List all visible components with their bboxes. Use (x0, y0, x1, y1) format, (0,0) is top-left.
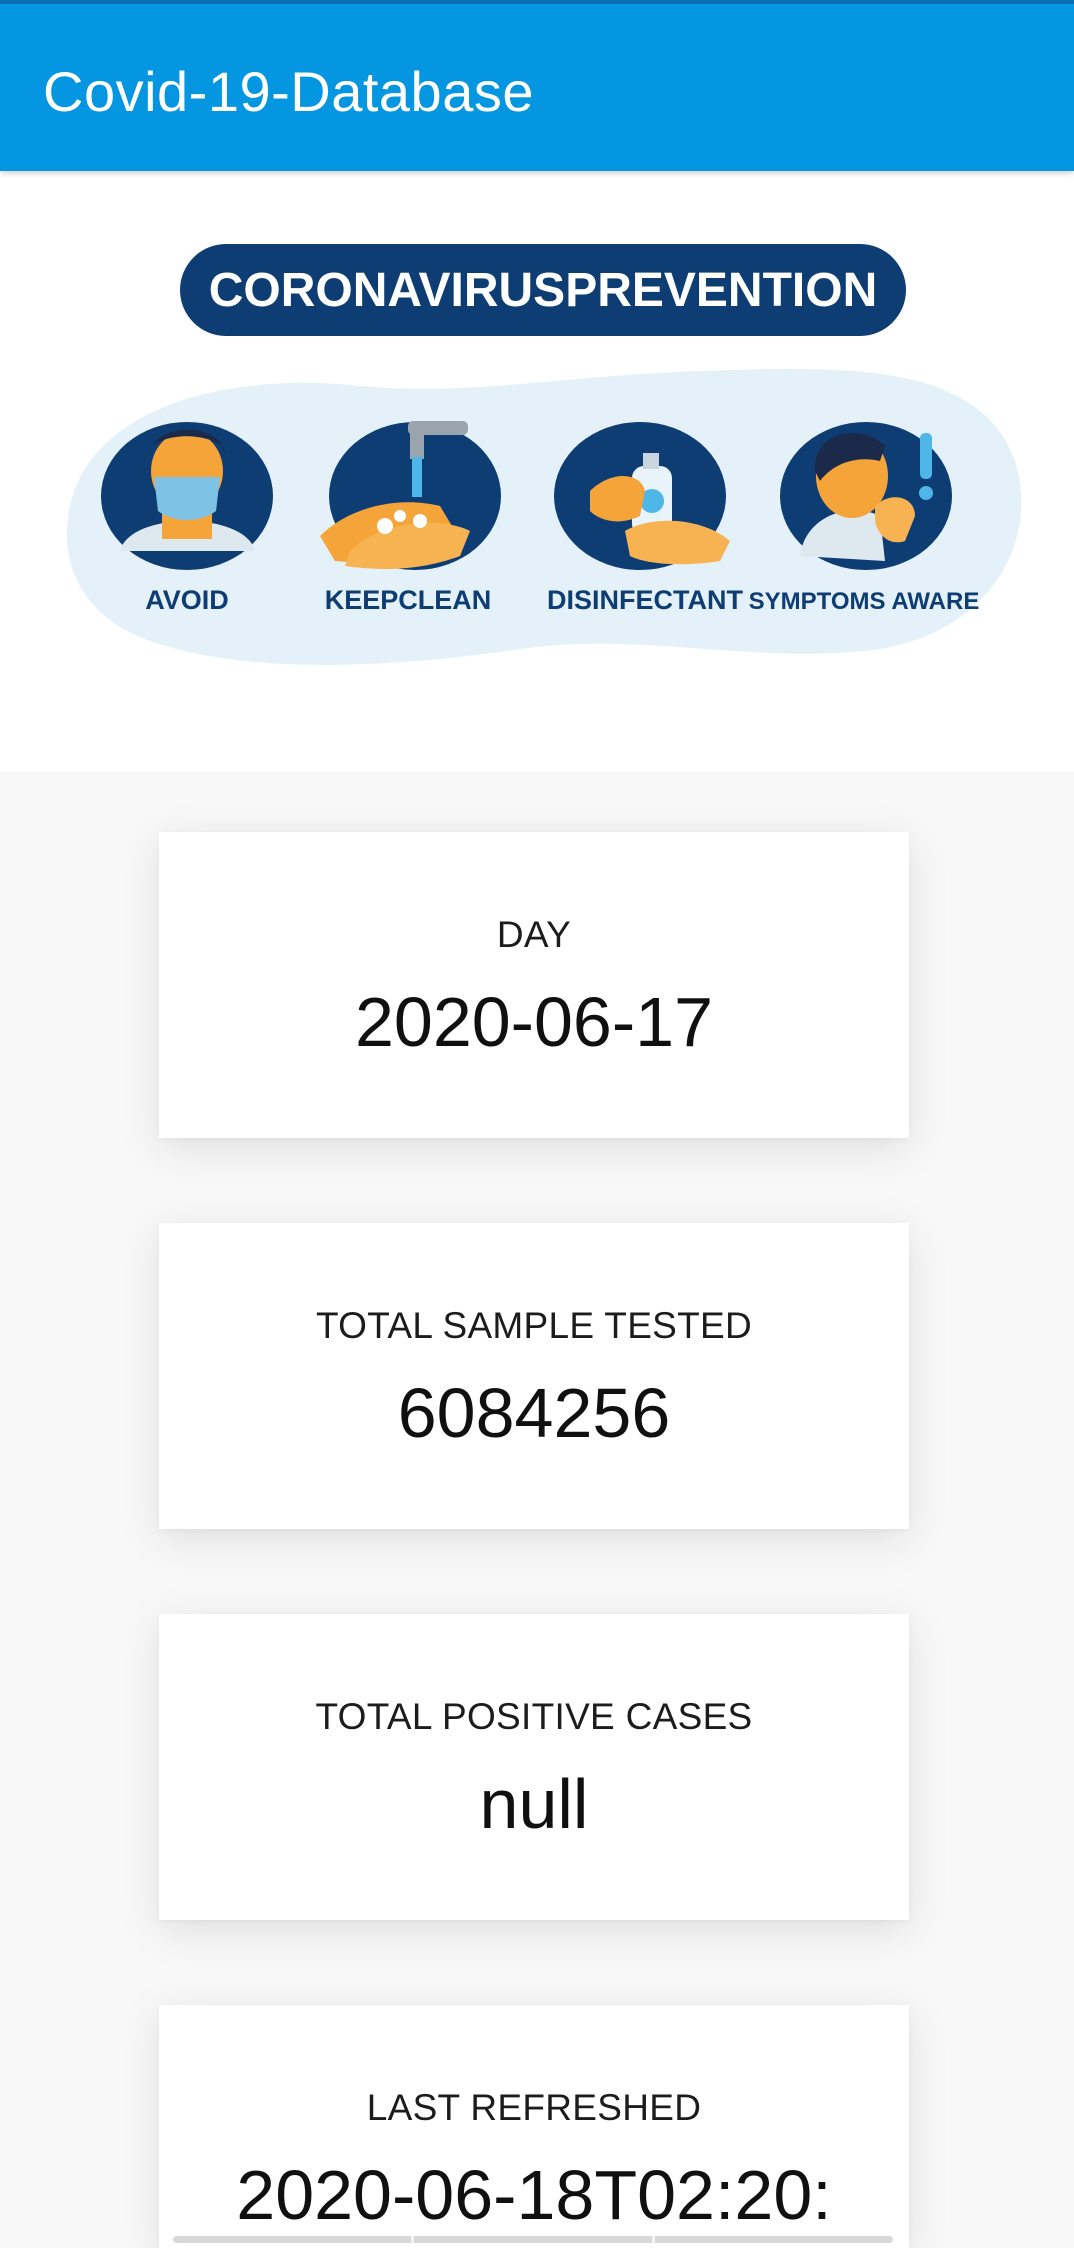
card-total-positive-cases: TOTAL POSITIVE CASES null (159, 1614, 909, 1920)
card-label: LAST REFRESHED (366, 2087, 702, 2128)
prevention-illustration: CORONAVIRUSPREVENTION AVOID KEEPCLEAN DI… (66, 244, 1022, 665)
banner-label-symptoms: SYMPTOMS AWARE (749, 588, 980, 615)
card-value: 6084256 (397, 1374, 671, 1452)
card-value: 2020-06-17 (354, 983, 714, 1061)
cough-icon (780, 422, 952, 570)
card-label: DAY (496, 914, 572, 955)
card-total-sample-tested: TOTAL SAMPLE TESTED 6084256 (159, 1223, 909, 1529)
banner-heading: CORONAVIRUSPREVENTION (209, 264, 878, 317)
card-value: 2020-06-18T02:20: (236, 2156, 832, 2234)
banner-label-disinfectant: DISINFECTANT (547, 585, 743, 615)
card-label: TOTAL POSITIVE CASES (315, 1696, 753, 1737)
banner-label-avoid: AVOID (145, 585, 229, 615)
app-title: Covid-19-Database (43, 60, 534, 123)
horizontal-scrollbar[interactable] (173, 2236, 893, 2243)
app-bar: Covid-19-Database (0, 0, 1074, 171)
banner-label-keepclean: KEEPCLEAN (325, 585, 492, 615)
card-day: DAY 2020-06-17 (159, 832, 909, 1138)
prevention-banner: CORONAVIRUSPREVENTION AVOID KEEPCLEAN DI… (0, 171, 1074, 771)
scrollbar-divider (411, 2236, 414, 2243)
person-mask-icon (101, 422, 273, 570)
card-value: null (479, 1765, 589, 1843)
card-label: TOTAL SAMPLE TESTED (315, 1305, 753, 1346)
card-last-refreshed: LAST REFRESHED 2020-06-18T02:20: (159, 2005, 909, 2248)
scrollbar-divider (652, 2236, 655, 2243)
